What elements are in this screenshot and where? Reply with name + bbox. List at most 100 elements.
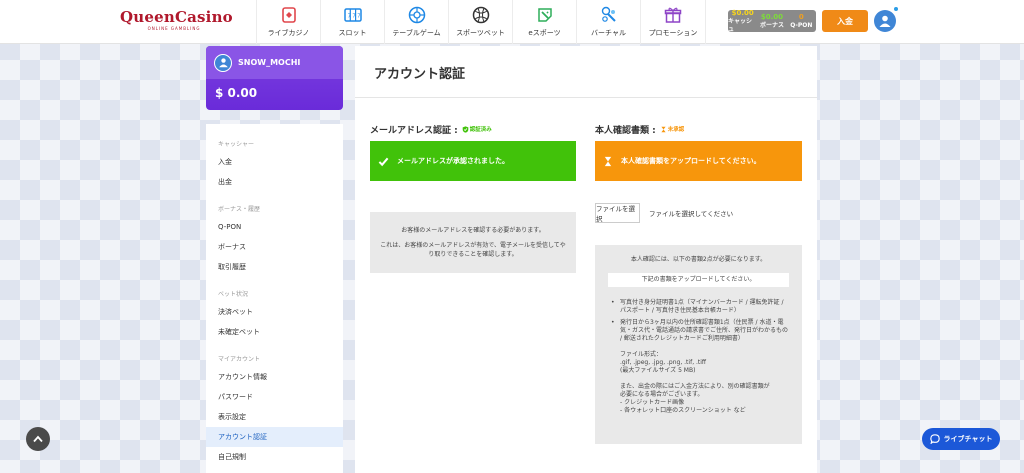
top-header: QueenCasino ONLINE GAMBLING ライブカジノ 777 ス… — [0, 0, 1024, 44]
sidebar-item-display-settings[interactable]: 表示設定 — [206, 407, 343, 427]
main-panel: アカウント認証 メールアドレス認証 : 認証済み メールアドレスが承認されました… — [355, 46, 817, 473]
page-title: アカウント認証 — [374, 67, 466, 82]
logo[interactable]: QueenCasino ONLINE GAMBLING — [120, 8, 233, 34]
doc-requirements-heading: 本人確認には、以下の書類2点が必要になります。 — [630, 256, 767, 263]
max-size: (最大ファイルサイズ 5 MB) — [620, 367, 696, 374]
qpon-balance-value: 0 — [798, 12, 804, 21]
choose-file-button[interactable]: ファイルを選択 — [595, 203, 640, 223]
identity-section-title: 本人確認書類 : — [595, 125, 656, 136]
esports-icon — [537, 8, 552, 22]
doc-requirements-list: 写真付き身分証明書1点（マイナンバーカード / 運転免許証 / パスポート / … — [607, 299, 790, 343]
email-verification-section: メールアドレス認証 : 認証済み メールアドレスが承認されました。 お客様のメー… — [370, 122, 576, 273]
identity-alert-text: 本人確認書類をアップロードしてください。 — [621, 157, 761, 165]
verified-shield-icon — [462, 125, 469, 133]
user-icon — [218, 58, 228, 68]
nav-virtual[interactable]: バーチャル — [576, 0, 640, 44]
sidebar-item-self-exclusion[interactable]: 自己規制 — [206, 447, 343, 467]
nav-label: ライブカジノ — [267, 29, 310, 37]
balance-summary[interactable]: $0.00 キャッシュ $0.00 ボーナス 0 Q-PON — [728, 8, 816, 33]
qpon-balance: 0 Q-PON — [787, 10, 816, 32]
extra-line: また、出金の際にはご入金方法により、別の確認書類が — [620, 383, 770, 390]
nav-label: スロット — [338, 29, 367, 37]
sidebar-item-account-verification[interactable]: アカウント認証 — [206, 427, 343, 447]
email-info-line: これは、お客様のメールアドレスが有効で、電子メールを受信してやり取りできることを… — [380, 242, 566, 258]
cash-balance-label: キャッシュ — [728, 17, 753, 33]
sidebar-item-bonus[interactable]: ボーナス — [206, 237, 343, 257]
identity-verification-section: 本人確認書類 : 未承認 本人確認書類をアップロードしてください。 ファイルを選… — [595, 122, 802, 444]
formats-value: .gif, .jpeg, .jpg, .png, .tif, .tiff — [620, 359, 707, 366]
sidebar-item-settled-bets[interactable]: 決済ベット — [206, 302, 343, 322]
logo-tagline: ONLINE GAMBLING — [147, 26, 201, 31]
document-requirements-box: 本人確認には、以下の書類2点が必要になります。 下記の書類をアップロードしてくだ… — [595, 245, 802, 444]
bonus-balance: $0.00 ボーナス — [757, 10, 786, 32]
user-card-header: SNOW_MOCHI — [206, 46, 343, 79]
user-icon — [879, 15, 891, 27]
live-chat-label: ライブチャット — [943, 435, 993, 443]
logo-text: QueenCasino — [120, 8, 233, 26]
hourglass-icon — [661, 126, 666, 132]
table-game-icon — [408, 6, 425, 24]
sidebar-item-password[interactable]: パスワード — [206, 387, 343, 407]
virtual-icon — [601, 6, 616, 22]
file-upload-row: ファイルを選択 ファイルを選択してください — [595, 202, 802, 224]
sidebar-group-my-account: マイアカウント — [218, 356, 261, 363]
page-title-bar: アカウント認証 — [355, 46, 817, 98]
scroll-to-top-button[interactable] — [26, 427, 50, 451]
notification-dot — [893, 6, 899, 12]
bonus-balance-label: ボーナス — [759, 21, 784, 29]
nav-table-game[interactable]: テーブルゲーム — [384, 0, 448, 44]
sidebar-item-qpon[interactable]: Q-PON — [206, 217, 343, 237]
sidebar-group-bonus: ボーナス・履歴 — [218, 206, 261, 213]
sidebar-item-withdraw[interactable]: 出金 — [206, 172, 343, 192]
live-chat-button[interactable]: ライブチャット — [922, 428, 1000, 450]
sidebar-item-history[interactable]: 取引履歴 — [206, 257, 343, 277]
nav-promotion[interactable]: プロモーション — [640, 0, 706, 44]
nav-label: バーチャル — [591, 29, 626, 37]
account-sidebar: キャッシャー 入金 出金 ボーナス・履歴 Q-PON ボーナス 取引履歴 ベット… — [206, 124, 343, 473]
email-status-text: 認証済み — [469, 127, 492, 133]
deposit-button[interactable]: 入金 — [822, 10, 868, 32]
nav-slot[interactable]: 777 スロット — [320, 0, 384, 44]
list-item: 発行日から3ヶ月以内の住所確認書類1点（住民票 / 水道・電気・ガス代・電話通話… — [611, 319, 790, 343]
sidebar-item-deposit[interactable]: 入金 — [206, 152, 343, 172]
user-avatar — [214, 53, 232, 72]
file-status-text: ファイルを選択してください — [649, 210, 734, 218]
identity-section-header: 本人確認書類 : 未承認 — [595, 122, 802, 136]
promotion-icon — [664, 7, 682, 23]
sports-bet-icon — [472, 6, 489, 24]
main-nav: ライブカジノ 777 スロット テーブルゲーム スポーツベット eスポーツ バー… — [256, 0, 706, 44]
nav-label: スポーツベット — [456, 29, 505, 37]
cash-balance-value: $0.00 — [731, 8, 754, 17]
doc-upload-notice: 下記の書類をアップロードしてください。 — [608, 273, 789, 287]
slot-icon: 777 — [343, 8, 362, 22]
list-item: 写真付き身分証明書1点（マイナンバーカード / 運転免許証 / パスポート / … — [611, 299, 790, 315]
email-section-header: メールアドレス認証 : 認証済み — [370, 122, 576, 136]
extra-line: 必要になる場合がございます。 — [620, 391, 704, 398]
identity-status-text: 未承認 — [667, 127, 685, 133]
qpon-balance-label: Q-PON — [790, 21, 813, 29]
hourglass-icon — [604, 156, 612, 166]
svg-text:7: 7 — [357, 14, 360, 20]
identity-status-badge: 未承認 — [660, 125, 685, 133]
user-name: SNOW_MOCHI — [238, 58, 301, 67]
cash-balance: $0.00 キャッシュ — [728, 8, 757, 33]
user-balance: $ 0.00 — [215, 86, 258, 100]
nav-live-casino[interactable]: ライブカジノ — [256, 0, 320, 44]
account-avatar[interactable] — [874, 10, 896, 32]
nav-esports[interactable]: eスポーツ — [512, 0, 576, 44]
svg-text:7: 7 — [347, 14, 350, 20]
sidebar-item-open-bets[interactable]: 未確定ベット — [206, 322, 343, 342]
formats-label: ファイル形式： — [620, 351, 663, 358]
nav-sports-bet[interactable]: スポーツベット — [448, 0, 512, 44]
email-info-line: お客様のメールアドレスを確認する必要があります。 — [401, 227, 545, 234]
sidebar-group-bets: ベット状況 — [218, 291, 249, 298]
email-info-box: お客様のメールアドレスを確認する必要があります。 これは、お客様のメールアドレス… — [370, 212, 576, 273]
sidebar-item-account-info[interactable]: アカウント情報 — [206, 367, 343, 387]
extra-line: - クレジットカード画像 — [620, 399, 685, 406]
chat-bubble-icon — [929, 434, 940, 444]
live-casino-icon — [281, 7, 296, 23]
identity-pending-alert: 本人確認書類をアップロードしてください。 — [595, 141, 802, 181]
email-status-badge: 認証済み — [462, 125, 492, 133]
svg-text:7: 7 — [352, 14, 355, 20]
extra-line: - 各ウォレット口座のスクリーンショット など — [620, 407, 746, 414]
